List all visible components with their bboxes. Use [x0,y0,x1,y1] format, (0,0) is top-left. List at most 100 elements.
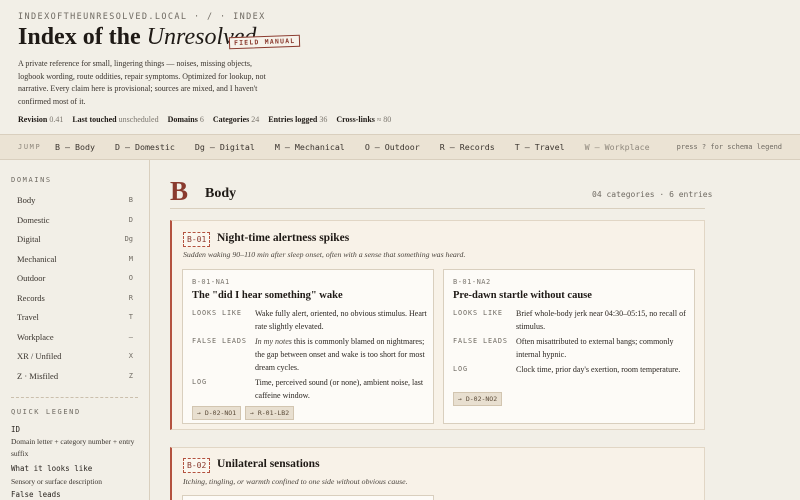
sidebar-item-digital[interactable]: Digital Dg [17,234,133,244]
sidebar-item-label: Domestic [17,214,50,225]
stat-label: Categories [212,115,250,124]
title-main: Index of the [18,24,141,50]
stat-label: Entries logged [268,115,318,124]
looks-like-value: Wake fully alert, oriented, no obvious s… [255,309,427,331]
legend-term: What it looks like [11,464,93,473]
sidebar-item-code: M [128,254,133,263]
category-card: B-01 Night-time alertness spikes Sudden … [170,220,705,430]
category-title: Night-time alertness spikes [217,232,350,244]
sidebar-item-label: Digital [17,234,41,244]
stat-label: Revision [18,115,48,124]
field-manual-stamp: FIELD MANUAL [228,34,301,50]
sidebar-item-unfiled[interactable]: XR / Unfiled X [17,351,133,361]
category-title: Unilateral sensations [217,458,320,470]
false-leads-value: Often misattributed to external bangs; c… [516,337,674,359]
sidebar-item-code: R [128,293,133,302]
page-header: INDEXOFTHEUNRESOLVED.LOCAL · / · INDEX I… [0,0,800,134]
sidebar-item-workplace[interactable]: Workplace — [17,332,133,342]
sidebar-divider [11,397,138,398]
log-label: LOG [453,365,468,373]
false-leads-emphasis: In my notes [255,337,292,346]
category-card: B-02 Unilateral sensations Itching, ting… [170,447,705,500]
looks-like-label: LOOKS LIKE [453,309,503,317]
sidebar-item-label: Mechanical [17,253,57,264]
cross-link-tag[interactable]: → D-02-NO1 [192,406,242,420]
jump-label: JUMP [18,143,42,151]
cross-link-tag[interactable]: → R-01-LB2 [245,406,295,420]
jump-links: B — Body D — Domestic Dg — Digital M — M… [55,142,665,152]
sidebar-item-label: Outdoor [17,273,46,283]
jump-link-body[interactable]: B — Body [55,142,95,152]
sidebar-item-body[interactable]: Body B [17,195,133,205]
sidebar-item-code: Z [128,371,133,380]
stat-label: Cross-links [336,115,375,124]
stat-value: ≈ 80 [376,115,392,124]
breadcrumb: INDEXOFTHEUNRESOLVED.LOCAL · / · INDEX [18,12,266,22]
schema-legend-hint: press ? for schema legend [676,143,782,151]
sidebar-item-code: X [128,352,133,360]
sidebar-item-domestic[interactable]: Domestic D [17,215,133,225]
entry-card: B-01-NA1 The "did I hear something" wake… [182,269,434,424]
legend-term: ID [11,425,21,434]
log-value: Time, perceived sound (or none), ambient… [255,378,424,400]
looks-like-value: Brief whole-body jerk near 04:30–05:15, … [516,309,686,331]
sidebar-item-label: Body [17,195,36,205]
log-value: Clock time, prior day's exertion, room t… [516,365,681,374]
sidebar-item-travel[interactable]: Travel T [17,312,133,322]
intro-text: A private reference for small, lingering… [18,59,266,106]
section-title: Body [205,186,237,201]
legend-desc: Sensory or surface description [11,477,103,486]
legend-desc: Domain letter + category number + entry … [11,437,135,458]
stat-value: 24 [251,115,260,124]
jump-link-digital[interactable]: Dg — Digital [195,142,255,152]
stats-line: Revision 0.41 Last touched unscheduled D… [18,115,398,124]
stat-label: Domains [167,115,198,124]
category-id-badge: B-02 [183,458,211,473]
sidebar-item-code: D [128,215,133,224]
looks-like-label: LOOKS LIKE [192,309,242,317]
sidebar-item-code: O [128,274,133,282]
category-subtitle: Sudden waking 90–110 min after sleep ons… [183,250,466,259]
jump-link-records[interactable]: R — Records [440,142,495,152]
sidebar-item-code: Dg [124,235,133,243]
sidebar-item-outdoor[interactable]: Outdoor O [17,273,133,283]
legend-heading: QUICK LEGEND [11,408,81,416]
stat-value: 0.41 [49,115,64,124]
sidebar-item-label: Travel [17,312,39,322]
jump-link-domestic[interactable]: D — Domestic [115,142,175,152]
sidebar-item-code: B [128,196,133,204]
sidebar-item-records[interactable]: Records R [17,293,133,303]
sidebar-item-label: XR / Unfiled [17,351,62,361]
legend-term: False leads [11,490,61,499]
stat-value: 6 [199,115,204,124]
entry-id: B-01-NA1 [192,278,230,286]
category-subtitle: Itching, tingling, or warmth confined to… [183,477,408,486]
jump-link-mechanical[interactable]: M — Mechanical [275,142,345,152]
false-leads-label: FALSE LEADS [453,337,508,345]
false-leads-value: In my notes this is commonly blamed on n… [255,335,427,374]
stat-value: unscheduled [118,115,159,124]
entry-title: The "did I hear something" wake [192,290,343,301]
false-leads-label: FALSE LEADS [192,337,247,345]
stat-value: 36 [319,115,328,124]
sidebar-item-label: Workplace [17,331,54,342]
section-meta: 04 categories · 6 entries [592,190,713,199]
cross-link-tag[interactable]: → D-02-NO2 [453,392,503,406]
jump-link-outdoor[interactable]: O — Outdoor [365,142,420,152]
sidebar-item-label: Z · Misfiled [17,370,59,381]
sidebar: DOMAINS Body B Domestic D Digital Dg Mec… [0,160,150,500]
entry-title: Pre-dawn startle without cause [453,290,592,301]
page-title: Index of the Unresolved [18,24,256,51]
domains-heading: DOMAINS [11,176,52,184]
sidebar-item-mechanical[interactable]: Mechanical M [17,254,133,264]
section-divider [170,208,705,209]
sidebar-item-label: Records [17,292,45,303]
sidebar-item-code: — [128,332,133,341]
jump-link-travel[interactable]: T — Travel [515,142,565,152]
section-letter: B [170,176,189,206]
stat-label: Last touched [72,115,117,124]
sidebar-item-misfiled[interactable]: Z · Misfiled Z [17,371,133,381]
jump-link-workplace[interactable]: W — Workplace [585,142,650,152]
jump-bar: JUMP B — Body D — Domestic Dg — Digital … [0,134,800,160]
entry-card: B-01-NA2 Pre-dawn startle without cause … [443,269,695,424]
